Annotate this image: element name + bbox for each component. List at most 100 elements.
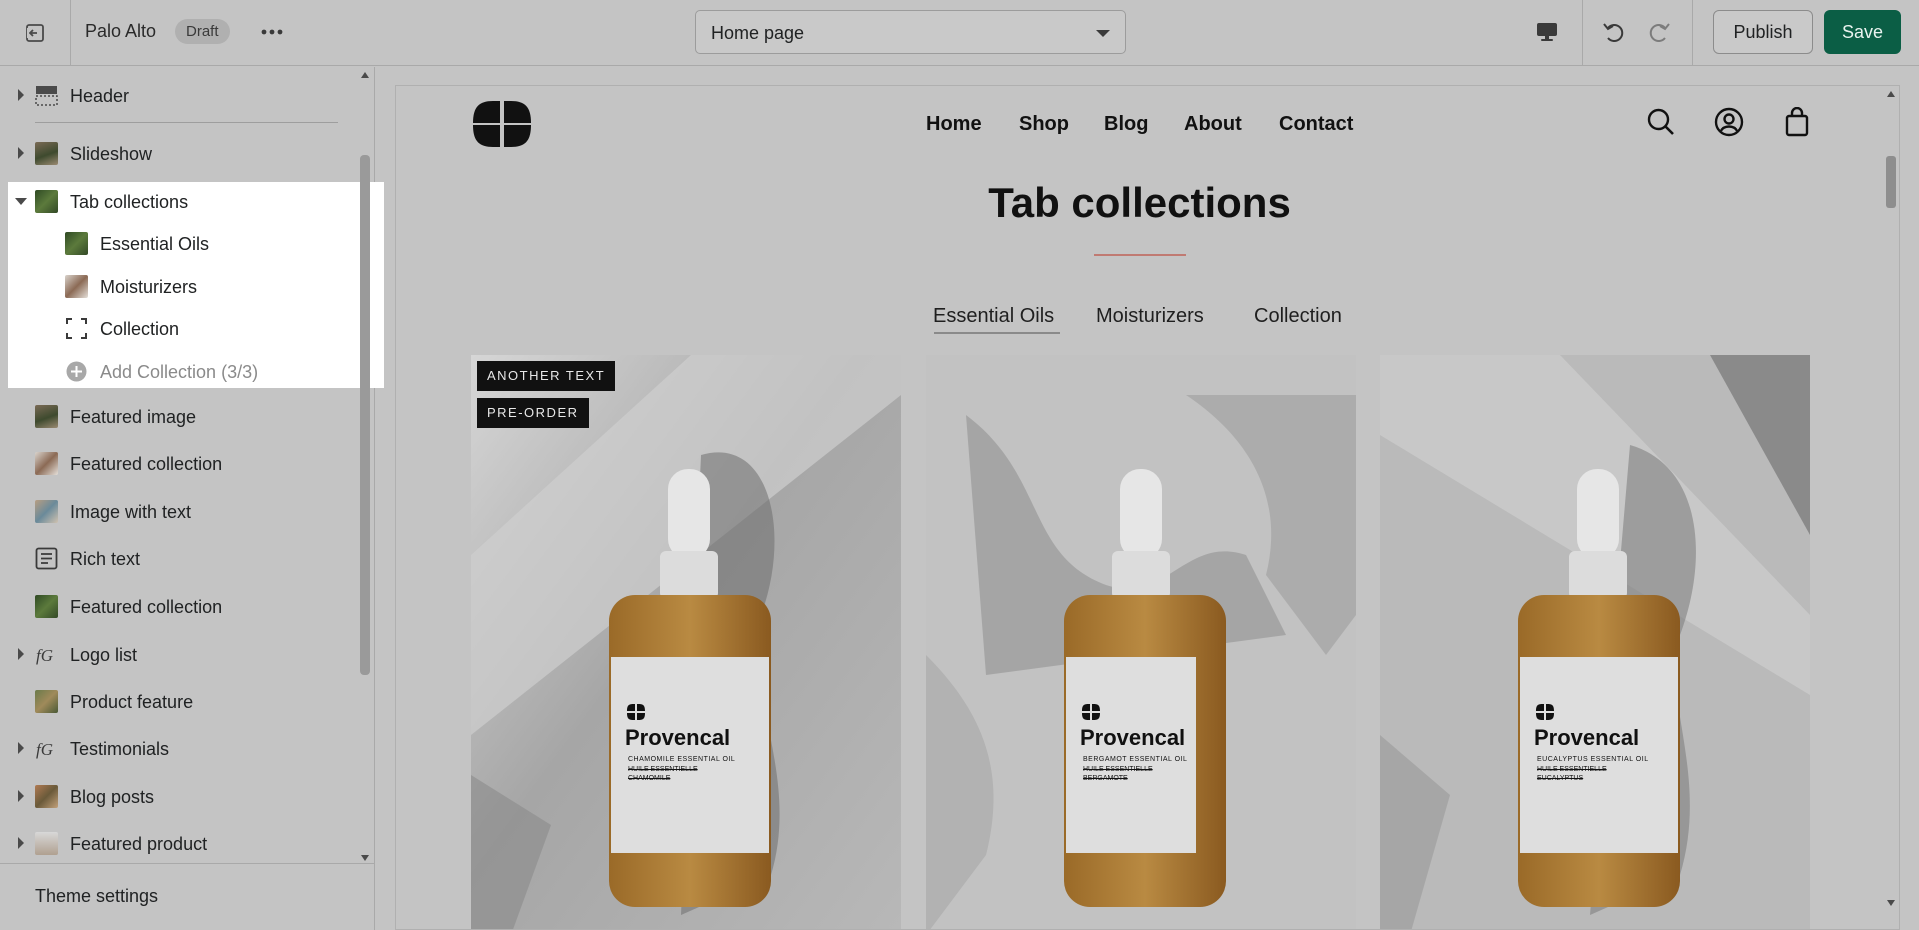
header-section-icon (35, 86, 58, 106)
cart-button[interactable] (1781, 106, 1813, 138)
redo-button[interactable] (1641, 15, 1677, 49)
account-button[interactable] (1713, 106, 1745, 138)
product-line: BERGAMOT ESSENTIAL OIL (1083, 756, 1188, 763)
section-featured-image[interactable]: Featured image (0, 397, 350, 435)
scroll-up-arrow-icon[interactable] (1887, 91, 1895, 97)
product-brand: Provencal (1534, 725, 1640, 750)
theme-settings-button[interactable]: Theme settings (0, 863, 374, 930)
product-image (926, 355, 1356, 929)
theme-settings-label: Theme settings (35, 886, 159, 906)
section-label: Image with text (70, 502, 192, 522)
editor-topbar: Palo Alto Draft Home page Publish Save (0, 0, 1919, 66)
title-divider (1094, 254, 1186, 256)
sidebar-scroll-thumb[interactable] (360, 155, 370, 675)
nav-link-about[interactable]: About (1184, 113, 1242, 136)
account-icon (1714, 107, 1744, 137)
product-card[interactable]: Provencal BERGAMOT ESSENTIAL OIL HUILE E… (926, 355, 1356, 929)
undo-icon (1603, 23, 1624, 42)
section-product-feature[interactable]: Product feature (0, 682, 350, 720)
section-featured-collection[interactable]: Featured collection (0, 587, 350, 625)
featured-collection-thumbnail (35, 595, 58, 618)
section-featured-product[interactable]: Featured product (0, 824, 350, 862)
nav-link-blog[interactable]: Blog (1104, 113, 1148, 136)
brand-logo-icon (1082, 704, 1100, 720)
svg-text:fG: fG (36, 646, 53, 665)
exit-button[interactable] (14, 17, 56, 49)
storefront-preview: Home Shop Blog About Contact Tab collect… (395, 85, 1900, 930)
block-label: Add Collection (3/3) (100, 362, 259, 382)
expand-arrow-icon[interactable] (18, 147, 24, 159)
product-card[interactable]: ANOTHER TEXT PRE-ORDER Provencal CHAMOMI… (471, 355, 901, 929)
expand-arrow-icon[interactable] (18, 837, 24, 849)
block-label: Moisturizers (100, 277, 198, 297)
section-label: Logo list (70, 645, 138, 665)
section-blog-posts[interactable]: Blog posts (0, 777, 350, 815)
section-label: Featured image (70, 407, 197, 427)
preview-scroll-thumb[interactable] (1886, 156, 1896, 208)
shopping-bag-icon (1785, 107, 1809, 137)
scroll-down-arrow-icon[interactable] (1887, 900, 1895, 906)
product-line: EUCALYPTUS (1537, 775, 1584, 782)
product-line: BERGAMOTE (1083, 775, 1128, 782)
section-rich-text[interactable]: Rich text (0, 539, 350, 577)
product-badge: PRE-ORDER (477, 398, 589, 428)
collection-placeholder-icon (66, 318, 87, 339)
search-icon (1647, 108, 1674, 135)
section-label: Blog posts (70, 787, 155, 807)
tab-essential-oils[interactable]: Essential Oils (933, 305, 1054, 328)
divider (35, 122, 338, 123)
image-with-text-thumbnail (35, 500, 58, 523)
status-badge: Draft (175, 19, 230, 44)
store-logo[interactable] (471, 99, 533, 149)
section-logo-list[interactable]: fG Logo list (0, 635, 350, 673)
section-testimonials[interactable]: fG Testimonials (0, 729, 350, 767)
section-featured-collection[interactable]: Featured collection (0, 444, 350, 482)
svg-text:fG: fG (36, 740, 53, 759)
product-card[interactable]: Provencal EUCALYPTUS ESSENTIAL OIL HUILE… (1380, 355, 1810, 929)
featured-product-thumbnail (35, 832, 58, 855)
add-collection-button[interactable]: Add Collection (3/3) (0, 352, 350, 390)
ellipsis-icon (261, 29, 283, 35)
logo-list-icon: fG (36, 646, 53, 665)
tab-collections-thumbnail (35, 190, 58, 213)
block-collection[interactable]: Collection (0, 309, 350, 347)
divider (1692, 0, 1693, 66)
desktop-view-button[interactable] (1529, 15, 1565, 49)
save-button[interactable]: Save (1824, 10, 1901, 54)
product-badge: ANOTHER TEXT (477, 361, 616, 391)
publish-button[interactable]: Publish (1713, 10, 1813, 54)
product-line: HUILE ESSENTIELLE (1537, 766, 1607, 773)
collapse-arrow-icon[interactable] (15, 198, 27, 205)
more-actions-button[interactable] (256, 18, 288, 46)
brand-logo-icon (627, 704, 645, 720)
block-moisturizers[interactable]: Moisturizers (0, 267, 350, 305)
preview-scrollbar[interactable] (1883, 86, 1899, 929)
nav-link-contact[interactable]: Contact (1279, 113, 1353, 136)
divider (1582, 0, 1583, 66)
section-tab-collections[interactable]: Tab collections (0, 182, 350, 220)
tab-moisturizers[interactable]: Moisturizers (1096, 305, 1204, 328)
undo-button[interactable] (1596, 15, 1632, 49)
search-button[interactable] (1645, 106, 1677, 138)
section-image-with-text[interactable]: Image with text (0, 492, 350, 530)
expand-arrow-icon[interactable] (18, 790, 24, 802)
tab-collection[interactable]: Collection (1254, 305, 1342, 328)
nav-link-home[interactable]: Home (926, 113, 982, 136)
moisturizers-thumbnail (65, 275, 88, 298)
expand-arrow-icon[interactable] (18, 89, 24, 101)
divider (70, 0, 71, 66)
expand-arrow-icon[interactable] (18, 742, 24, 754)
page-selector[interactable]: Home page (695, 10, 1126, 54)
section-slideshow[interactable]: Slideshow (0, 134, 350, 172)
block-label: Collection (100, 319, 180, 339)
section-label: Product feature (70, 692, 194, 712)
scroll-up-arrow-icon[interactable] (361, 72, 369, 78)
section-label: Slideshow (70, 144, 153, 164)
block-essential-oils[interactable]: Essential Oils (0, 224, 350, 262)
product-line: HUILE ESSENTIELLE (1083, 766, 1153, 773)
section-header[interactable]: Header (0, 76, 350, 114)
expand-arrow-icon[interactable] (18, 648, 24, 660)
brand-logo-icon (1536, 704, 1554, 720)
nav-link-shop[interactable]: Shop (1019, 113, 1069, 136)
scroll-down-arrow-icon[interactable] (361, 855, 369, 861)
